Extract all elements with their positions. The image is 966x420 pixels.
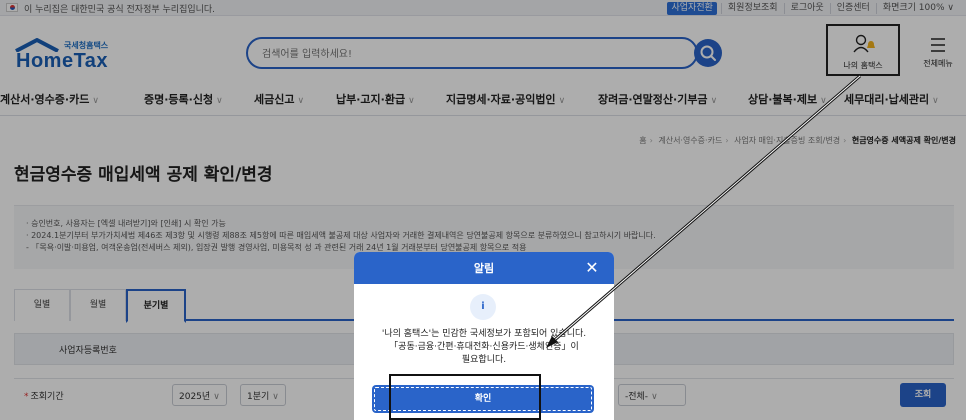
dialog-message: '나의 홈택스'는 민감한 국세정보가 포함되어 있습니다. 「공동·금융·간편…: [354, 328, 614, 367]
dialog-message-line: 필요합니다.: [461, 355, 507, 365]
dialog-header: 알림 ✕: [354, 252, 614, 284]
close-icon[interactable]: ✕: [580, 256, 604, 280]
annotation-highlight-box: [389, 374, 541, 420]
info-icon: i: [470, 294, 496, 320]
dialog-message-line: '나의 홈택스'는 민감한 국세정보가 포함되어 있습니다.: [381, 329, 587, 339]
dialog-message-line: 「공동·금융·간편·휴대전화·신용카드·생체인증」이: [389, 342, 579, 352]
dialog-title: 알림: [473, 262, 495, 275]
